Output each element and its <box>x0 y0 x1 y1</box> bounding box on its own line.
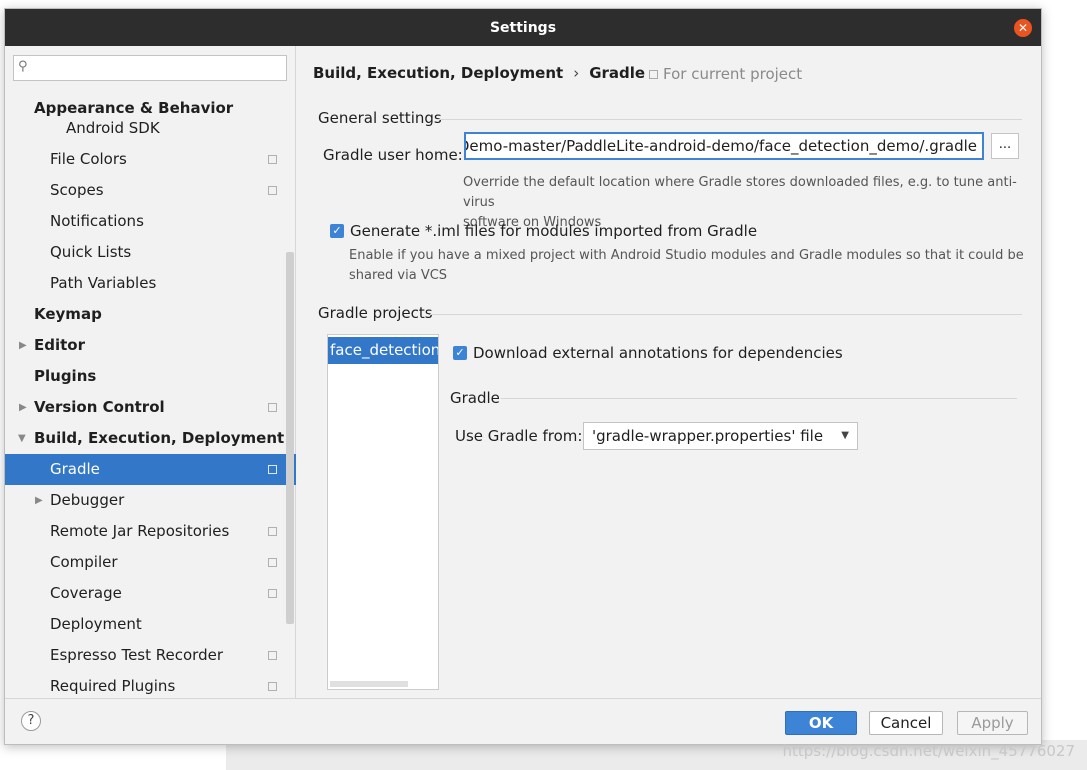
generate-iml-checkbox[interactable]: ✓ <box>330 224 344 238</box>
chevron-right-icon[interactable]: ▶ <box>19 392 27 423</box>
section-divider <box>430 314 1022 315</box>
sidebar-item-keymap[interactable]: Keymap <box>5 299 296 330</box>
sidebar-item-compiler[interactable]: Compiler <box>5 547 296 578</box>
search-box[interactable]: ⚲ <box>13 55 287 81</box>
sidebar-item-plugins[interactable]: Plugins <box>5 361 296 392</box>
sidebar-scrollbar[interactable] <box>286 252 294 624</box>
window-title: Settings <box>489 19 557 36</box>
dialog-footer: ? OK Cancel Apply <box>5 698 1041 744</box>
for-current-project-note: For current project <box>649 65 802 83</box>
sidebar-item-quick-lists[interactable]: Quick Lists <box>5 237 296 268</box>
project-scope-icon <box>268 403 277 412</box>
sidebar-item-espresso-test-recorder[interactable]: Espresso Test Recorder <box>5 640 296 671</box>
sidebar-item-remote-jar-repositories[interactable]: Remote Jar Repositories <box>5 516 296 547</box>
gradle-user-home-label: Gradle user home: <box>323 146 463 164</box>
horizontal-scrollbar[interactable] <box>330 681 408 687</box>
list-item[interactable]: face_detection_ <box>328 337 438 364</box>
settings-dialog: Settings ✕ ⚲ Appearance & Behavior Andro… <box>4 8 1042 745</box>
sidebar-item-version-control[interactable]: ▶ Version Control <box>5 392 296 423</box>
sidebar-item-build-execution-deployment[interactable]: ▼ Build, Execution, Deployment <box>5 423 296 454</box>
settings-content: Build, Execution, Deployment › Gradle For … <box>296 46 1041 698</box>
breadcrumb-item: Build, Execution, Deployment <box>313 64 564 82</box>
sidebar-item-editor[interactable]: ▶ Editor <box>5 330 296 361</box>
watermark: https://blog.csdn.net/weixin_45776027 <box>782 742 1075 760</box>
project-scope-icon <box>268 682 277 691</box>
sidebar-item-file-colors[interactable]: File Colors <box>5 144 296 175</box>
project-scope-icon <box>268 527 277 536</box>
apply-button[interactable]: Apply <box>957 711 1028 735</box>
breadcrumb-separator: › <box>573 64 580 82</box>
download-annotations-label: Download external annotations for depend… <box>473 344 843 362</box>
general-settings-title: General settings <box>318 109 442 127</box>
project-scope-icon <box>268 465 277 474</box>
gradle-projects-title: Gradle projects <box>318 304 433 322</box>
sidebar-item-debugger[interactable]: ▶ Debugger <box>5 485 296 516</box>
use-gradle-from-label: Use Gradle from: <box>455 427 583 445</box>
breadcrumb-item: Gradle <box>589 64 646 82</box>
project-scope-icon <box>268 155 277 164</box>
project-scope-icon <box>268 558 277 567</box>
sidebar-item-scopes[interactable]: Scopes <box>5 175 296 206</box>
download-annotations-checkbox[interactable]: ✓ <box>453 346 467 360</box>
settings-sidebar: ⚲ Appearance & Behavior Android SDK File… <box>5 46 296 698</box>
search-input[interactable] <box>36 58 286 80</box>
chevron-right-icon[interactable]: ▶ <box>19 330 27 361</box>
sidebar-item-path-variables[interactable]: Path Variables <box>5 268 296 299</box>
help-button[interactable]: ? <box>21 711 41 731</box>
ok-button[interactable]: OK <box>785 711 857 735</box>
close-icon[interactable]: ✕ <box>1014 19 1032 37</box>
section-divider <box>501 398 1017 399</box>
generate-iml-label: Generate *.iml files for modules importe… <box>350 222 758 240</box>
generate-iml-hint: Enable if you have a mixed project with … <box>349 248 1024 283</box>
use-gradle-from-select[interactable]: 'gradle-wrapper.properties' file ▼ <box>583 422 858 450</box>
browse-button[interactable]: ... <box>991 133 1019 159</box>
cancel-button[interactable]: Cancel <box>869 711 943 735</box>
dropdown-arrow-icon: ▼ <box>841 430 849 441</box>
project-scope-icon <box>268 651 277 660</box>
title-bar: Settings ✕ <box>5 9 1041 46</box>
sidebar-item-deployment[interactable]: Deployment <box>5 609 296 640</box>
chevron-right-icon[interactable]: ▶ <box>35 485 43 516</box>
sidebar-item-notifications[interactable]: Notifications <box>5 206 296 237</box>
search-icon: ⚲ <box>18 59 28 74</box>
gradle-user-home-input[interactable]: :e-Demo-master/PaddleLite-android-demo/f… <box>464 132 984 160</box>
chevron-down-icon[interactable]: ▼ <box>18 423 26 454</box>
project-scope-icon <box>649 70 658 79</box>
project-scope-icon <box>268 589 277 598</box>
gradle-section-title: Gradle <box>450 389 500 407</box>
project-scope-icon <box>268 186 277 195</box>
gradle-project-list[interactable]: face_detection_ <box>327 334 439 690</box>
section-divider <box>437 119 1022 120</box>
breadcrumb: Build, Execution, Deployment › Gradle <box>313 64 645 82</box>
sidebar-item-gradle[interactable]: Gradle <box>5 454 296 485</box>
sidebar-item-coverage[interactable]: Coverage <box>5 578 296 609</box>
